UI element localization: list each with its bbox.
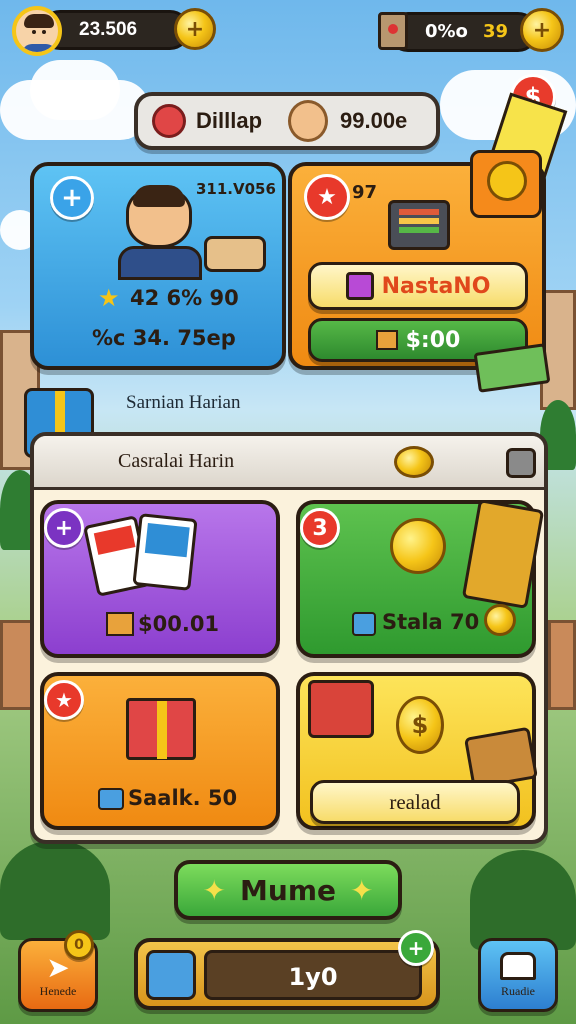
tile-badge: 3 (300, 508, 340, 548)
trophy-icon (390, 518, 446, 574)
nav-home-label: Henede (39, 983, 77, 998)
arrow-icon: ➤ (46, 950, 70, 984)
palm-tree (470, 850, 576, 950)
store-icon (500, 951, 536, 980)
resource-value-2: 39 (483, 21, 509, 42)
coin-counter: 23.506 (40, 10, 190, 50)
header-left-label: Dilllap (196, 108, 263, 133)
sparkle-icon: ✦ (349, 873, 374, 907)
bottom-center-value: 1y0 (288, 963, 338, 991)
profile-title: 311.V056 (196, 180, 276, 198)
section-heading: Sarnian Harian (126, 392, 241, 413)
header-banner: Dilllap 99.00e (134, 92, 440, 150)
chest-icon (308, 680, 374, 738)
main-action-button[interactable]: ✦ Mume ✦ (174, 860, 402, 920)
shop-tile-treasure[interactable]: $ realad (296, 672, 539, 830)
character-face-icon (288, 100, 328, 142)
shop-tile-gift[interactable]: ★ Saalk. 50 (40, 672, 280, 830)
profile-money: %c 34. 75ep (92, 326, 236, 350)
tile-badge: ★ (44, 680, 84, 720)
star-icon: ★ (98, 284, 120, 312)
resource-counter: 0%o 39 (388, 12, 538, 52)
shop-tile-trophy[interactable]: 3 Stala 70 (296, 499, 545, 658)
offer-action-label: NastaNO (381, 273, 491, 299)
star-badge-icon: ★ (304, 174, 350, 220)
cash-stack-icon (473, 343, 551, 393)
player-avatar[interactable] (12, 6, 62, 56)
main-action-label: Mume (240, 873, 336, 907)
add-profile-button[interactable]: + (50, 176, 94, 220)
nav-home-badge: 0 (64, 930, 94, 960)
shop-tile-cards[interactable]: + $00.01 (40, 500, 280, 658)
settings-icon[interactable] (506, 448, 536, 478)
shield-icon (152, 104, 186, 138)
background-house (0, 620, 34, 710)
panel-heading: Casralai Harin (118, 450, 235, 472)
offer-price: $:00 (405, 327, 461, 353)
coin-icon (394, 446, 434, 478)
offer-action-button[interactable]: NastaNO (308, 262, 528, 310)
character-portrait (126, 185, 192, 248)
cloud (30, 60, 120, 120)
nav-shop-label: Ruadie (501, 983, 535, 998)
card-pack-icon (132, 513, 198, 591)
tile-action-button[interactable]: realad (310, 780, 520, 824)
bottom-center-field: 1y0 (204, 950, 422, 1000)
header-right-label: 99.00e (340, 108, 408, 133)
add-resource-button[interactable]: + (520, 8, 564, 52)
tile-value: realad (389, 789, 441, 814)
package-icon (375, 330, 398, 350)
coin-icon (484, 604, 516, 636)
sparkle-icon: ✦ (202, 873, 227, 907)
gem-icon (352, 612, 376, 636)
dollar-coin-icon: $ (396, 696, 444, 754)
ticket-icon (378, 12, 408, 50)
add-coins-button[interactable]: + (174, 8, 216, 50)
coin-count: 23.506 (79, 19, 138, 40)
bottom-add-button[interactable]: + (398, 930, 434, 966)
gift-icon (345, 272, 374, 300)
lock-icon (204, 236, 266, 272)
palm-tree (0, 840, 110, 940)
profile-card[interactable]: + 311.V056 ★ 42 6% 90 %c 34. 75ep (30, 162, 286, 370)
tile-value: $00.01 (138, 612, 220, 636)
profile-stat: 42 6% 90 (130, 286, 239, 310)
tile-value: Stala 70 (382, 610, 480, 634)
treasure-box-icon (470, 150, 542, 218)
tile-badge: + (44, 508, 84, 548)
resource-value: 0%o (425, 21, 468, 42)
gem-icon (98, 788, 124, 810)
character-body (118, 246, 202, 280)
device-icon (388, 200, 450, 250)
background-house (548, 620, 576, 710)
treasure-chest-icon (461, 499, 545, 609)
offer-number: 97 (352, 182, 378, 203)
tile-value: Saalk. 50 (128, 786, 238, 810)
ticket-icon (106, 612, 134, 636)
gem-box-icon (146, 950, 196, 1000)
bottom-center-panel[interactable]: 1y0 (134, 938, 440, 1010)
gift-icon (126, 698, 196, 760)
nav-shop-button[interactable]: Ruadie (478, 938, 558, 1012)
panel-header: Casralai Harin (34, 436, 544, 490)
